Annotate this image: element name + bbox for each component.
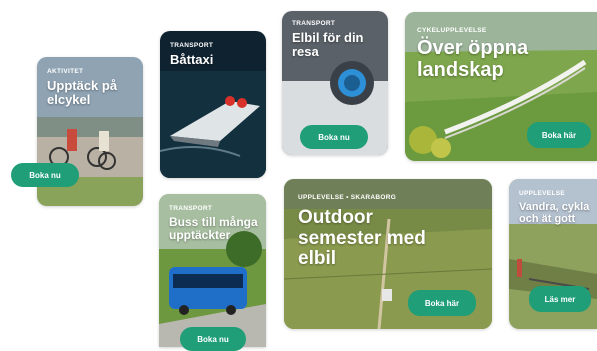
book-now-button[interactable]: Boka nu [180,327,246,351]
book-here-button[interactable]: Boka här [408,290,476,316]
card-category: Cykelupplevelse [417,27,487,34]
card-title: Elbil för din resa [292,30,364,60]
card-title: Vandra, cykla och ät gott [519,201,590,225]
card-category: Upplevelse • Skaraborg [298,194,397,201]
card-title: Båttaxi [170,52,214,67]
card-title: Över öppna landskap [417,37,529,81]
card-buss[interactable]: Transport Buss till många upptäckter [159,194,266,347]
book-now-button[interactable]: Boka nu [300,125,368,149]
read-more-button[interactable]: Läs mer [529,286,591,312]
card-category: Transport [292,20,336,27]
book-here-button[interactable]: Boka här [527,122,591,148]
card-title: Outdoor semester med elbil [298,207,426,270]
card-category: Transport [170,42,214,49]
card-category: Upplevelse [519,190,565,197]
card-title: Upptäck på elcykel [47,78,118,108]
card-category: Transport [169,205,213,212]
card-battaxi[interactable]: Transport Båttaxi [160,31,266,178]
book-now-button[interactable]: Boka nu [11,163,79,187]
card-category: Aktivitet [47,68,84,75]
card-title: Buss till många upptäckter [169,215,258,242]
